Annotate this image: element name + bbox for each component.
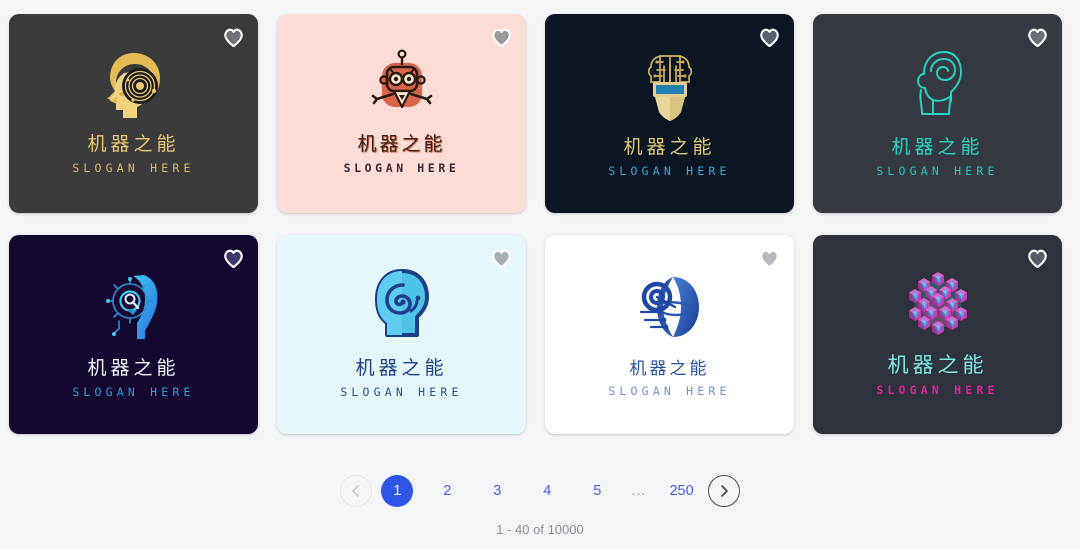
logo-preview: 机器之能 SLOGAN HERE bbox=[813, 235, 1062, 434]
logo-slogan-text: SLOGAN HERE bbox=[876, 163, 999, 178]
robot-mascot-icon bbox=[371, 49, 432, 109]
logo-slogan-text: SLOGAN HERE bbox=[608, 383, 731, 398]
logo-card[interactable]: 机器之能 SLOGAN HERE bbox=[277, 235, 526, 434]
head-spiral-gold-icon bbox=[106, 53, 160, 119]
pagination-page-1[interactable]: 1 bbox=[381, 475, 414, 507]
favorite-heart-icon[interactable] bbox=[223, 27, 244, 47]
logo-preview: 机器之能 SLOGAN HERE bbox=[277, 14, 526, 213]
head-swirl-blue-icon bbox=[374, 269, 429, 338]
result-count-label: 1 - 40 of 10000 bbox=[496, 522, 584, 537]
circuit-brain-shield-icon bbox=[647, 55, 692, 122]
logo-brand-text: 机器之能 bbox=[887, 353, 988, 378]
logo-slogan-text: SLOGAN HERE bbox=[876, 382, 999, 397]
favorite-heart-icon[interactable] bbox=[759, 248, 780, 268]
logo-card[interactable]: 机器之能 SLOGAN HERE bbox=[9, 235, 258, 434]
pagination: 1 2 3 4 5 ... 250 bbox=[0, 475, 1080, 507]
logo-preview: 机器之能 SLOGAN HERE bbox=[813, 14, 1062, 213]
logo-card[interactable]: 机器之能 SLOGAN HERE bbox=[813, 235, 1062, 434]
logo-card[interactable]: 机器之能 SLOGAN HERE bbox=[9, 14, 258, 213]
logo-brand-text: 机器之能 bbox=[87, 133, 180, 156]
favorite-heart-icon[interactable] bbox=[223, 248, 244, 268]
favorite-heart-icon[interactable] bbox=[1027, 248, 1048, 268]
favorite-heart-icon[interactable] bbox=[491, 248, 512, 268]
logo-brand-text: 机器之能 bbox=[891, 136, 984, 159]
cube-cluster-neon-icon bbox=[908, 272, 967, 336]
head-outline-teal-icon bbox=[916, 51, 962, 116]
logo-slogan-text: SLOGAN HERE bbox=[340, 384, 463, 399]
logo-brand-text: 机器之能 bbox=[629, 358, 710, 379]
pagination-prev-button[interactable] bbox=[340, 475, 373, 507]
logo-preview: 机器之能 SLOGAN HERE bbox=[9, 235, 258, 434]
logo-card[interactable]: 机器之能 SLOGAN HERE bbox=[813, 14, 1062, 213]
pagination-next-button[interactable] bbox=[707, 475, 740, 507]
planet-face-orbit-icon bbox=[639, 276, 699, 337]
logo-slogan-text: SLOGAN HERE bbox=[72, 384, 195, 399]
favorite-heart-icon[interactable] bbox=[1027, 27, 1048, 47]
favorite-heart-icon[interactable] bbox=[759, 27, 780, 47]
logo-brand-text: 机器之能 bbox=[87, 357, 180, 380]
chevron-right-icon bbox=[720, 485, 728, 497]
pagination-page-250[interactable]: 250 bbox=[664, 475, 698, 507]
logo-preview: 机器之能 SLOGAN HERE bbox=[9, 14, 258, 213]
logo-preview: 机器之能 SLOGAN HERE bbox=[545, 14, 794, 213]
logo-gallery-page: 机器之能 SLOGAN HERE 机器之能 SLOGAN HERE 机器之能 S… bbox=[0, 0, 1080, 549]
pagination-page-4[interactable]: 4 bbox=[531, 475, 563, 507]
logo-brand-text: 机器之能 bbox=[355, 357, 448, 380]
logo-slogan-text: SLOGAN HERE bbox=[72, 160, 195, 175]
pagination-ellipsis: ... bbox=[631, 483, 647, 499]
logo-card[interactable]: 机器之能 SLOGAN HERE bbox=[277, 14, 526, 213]
favorite-heart-icon[interactable] bbox=[491, 27, 512, 47]
chevron-left-icon bbox=[352, 485, 360, 497]
pagination-page-2[interactable]: 2 bbox=[431, 475, 463, 507]
logo-slogan-text: SLOGAN HERE bbox=[608, 163, 731, 178]
logo-brand-text: 机器之能 bbox=[357, 133, 446, 156]
logo-preview: 机器之能 SLOGAN HERE bbox=[277, 235, 526, 434]
logo-brand-text: 机器之能 bbox=[623, 136, 716, 159]
logo-card[interactable]: 机器之能 SLOGAN HERE bbox=[545, 235, 794, 434]
logo-card-grid: 机器之能 SLOGAN HERE 机器之能 SLOGAN HERE 机器之能 S… bbox=[9, 14, 1071, 434]
logo-card[interactable]: 机器之能 SLOGAN HERE bbox=[545, 14, 794, 213]
head-circuit-profile-icon bbox=[105, 275, 157, 340]
pagination-page-3[interactable]: 3 bbox=[481, 475, 513, 507]
logo-preview: 机器之能 SLOGAN HERE bbox=[545, 235, 794, 434]
logo-slogan-text: SLOGAN HERE bbox=[343, 160, 460, 175]
pagination-page-5[interactable]: 5 bbox=[581, 475, 613, 507]
